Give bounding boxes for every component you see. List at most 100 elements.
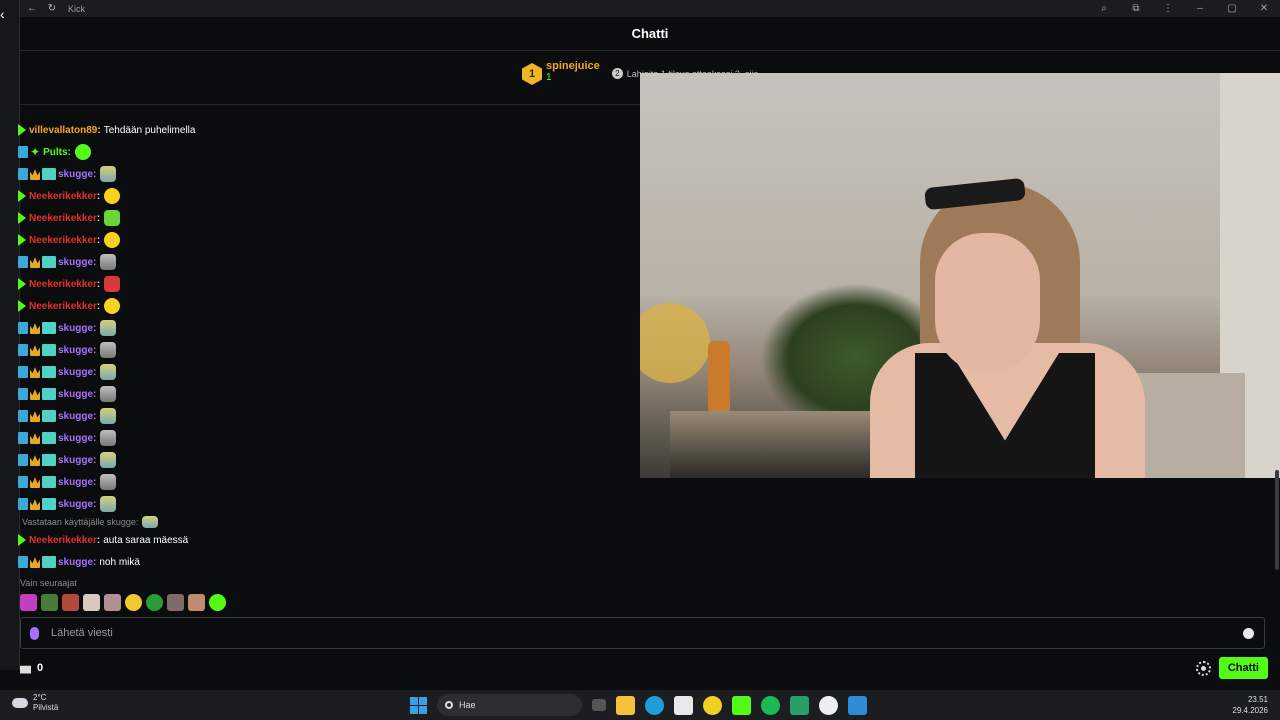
emote-icon[interactable] bbox=[62, 594, 79, 611]
editor-icon[interactable] bbox=[848, 695, 867, 715]
spotify-icon[interactable] bbox=[761, 695, 780, 715]
chat-username[interactable]: skugge bbox=[58, 345, 93, 356]
emoji-icon[interactable] bbox=[1243, 627, 1254, 639]
windows-start-icon[interactable] bbox=[410, 696, 427, 714]
tab-title: Kick bbox=[68, 3, 86, 14]
emote-icon bbox=[100, 386, 117, 402]
chat-username[interactable]: skugge bbox=[58, 323, 93, 334]
task-view-icon[interactable] bbox=[592, 699, 606, 711]
chat-username[interactable]: Neekerikekker bbox=[29, 279, 97, 290]
emote-icon bbox=[100, 474, 117, 490]
system-clock[interactable]: 23.51 29.4.2026 bbox=[1232, 694, 1268, 716]
temperature: 2°C bbox=[33, 693, 47, 702]
close-icon[interactable]: ✕ bbox=[1248, 3, 1280, 14]
gear-icon[interactable] bbox=[1195, 660, 1211, 676]
emote-icon bbox=[100, 452, 117, 468]
chat-username[interactable]: skugge bbox=[58, 169, 93, 180]
emote-icon[interactable] bbox=[83, 594, 100, 611]
reply-context[interactable]: Vastataan käyttäjälle skugge: bbox=[22, 515, 638, 529]
reload-icon[interactable]: ↻ bbox=[42, 3, 62, 14]
chat-username[interactable]: skugge bbox=[58, 411, 93, 422]
chat-username[interactable]: skugge bbox=[58, 257, 93, 268]
stream-video-player[interactable] bbox=[640, 73, 1280, 478]
points-display[interactable]: 0 bbox=[20, 662, 43, 674]
file-explorer-icon[interactable] bbox=[616, 695, 635, 715]
chat-username[interactable]: skugge bbox=[58, 557, 93, 568]
emote-icon bbox=[104, 188, 121, 204]
star-badge-icon: ✦ bbox=[30, 145, 41, 159]
chat-username[interactable]: Neekerikekker bbox=[29, 191, 97, 202]
chat-messages: villevallaton89: Tehdään puhelimella ✦ P… bbox=[18, 119, 638, 573]
emote-icon[interactable] bbox=[209, 594, 226, 611]
chat-username[interactable]: skugge bbox=[58, 455, 93, 466]
scrollbar[interactable] bbox=[1275, 470, 1279, 570]
emote-icon[interactable] bbox=[104, 594, 121, 611]
chat-message: skugge: bbox=[18, 405, 638, 427]
chat-username[interactable]: villevallaton89 bbox=[29, 125, 97, 136]
chat-message: skugge: bbox=[18, 163, 638, 185]
crown-badge-icon bbox=[30, 477, 40, 488]
steam-icon[interactable] bbox=[819, 695, 838, 715]
extensions-icon[interactable]: ⧉ bbox=[1120, 3, 1152, 14]
search-placeholder: Hae bbox=[459, 700, 476, 710]
chat-username[interactable]: Neekerikekker bbox=[29, 301, 97, 312]
points-value: 0 bbox=[37, 662, 44, 674]
chat-username[interactable]: skugge bbox=[58, 367, 93, 378]
chat-app-icon[interactable] bbox=[703, 695, 722, 715]
chat-username[interactable]: skugge bbox=[58, 433, 93, 444]
og-badge-icon bbox=[42, 388, 56, 400]
chat-username[interactable]: Neekerikekker bbox=[29, 535, 97, 546]
chat-input[interactable] bbox=[51, 627, 1211, 639]
weather-widget[interactable]: 2°C Pilvistä bbox=[12, 693, 58, 713]
rank-badge: 1 bbox=[522, 63, 542, 85]
chat-header: Chatti bbox=[20, 17, 1280, 51]
emote-icon bbox=[104, 276, 121, 292]
chat-text: auta saraa mäessä bbox=[103, 534, 189, 546]
emote-icon bbox=[100, 254, 117, 270]
chat-username[interactable]: skugge bbox=[58, 477, 93, 488]
edge-browser-icon[interactable] bbox=[645, 695, 664, 715]
chat-username[interactable]: skugge bbox=[58, 499, 93, 510]
emote-icon[interactable] bbox=[41, 594, 58, 611]
cloud-icon bbox=[12, 698, 28, 708]
chat-input-box bbox=[20, 617, 1265, 649]
collapse-chevron-icon[interactable]: ‹ bbox=[0, 6, 5, 22]
leaderboard-user[interactable]: spinejuice bbox=[546, 60, 600, 72]
emote-icon[interactable] bbox=[125, 594, 142, 611]
crown-badge-icon bbox=[30, 345, 40, 356]
back-icon[interactable]: ← bbox=[22, 3, 42, 14]
crown-badge-icon bbox=[30, 323, 40, 334]
minimize-icon[interactable]: – bbox=[1184, 3, 1216, 14]
chat-username[interactable]: Neekerikekker bbox=[29, 235, 97, 246]
emote-icon[interactable] bbox=[167, 594, 184, 611]
zoom-icon[interactable]: ⌕ bbox=[1088, 3, 1120, 14]
kick-icon[interactable] bbox=[732, 695, 751, 715]
store-icon[interactable] bbox=[674, 695, 693, 715]
send-chat-button[interactable]: Chatti bbox=[1218, 657, 1268, 679]
mic-icon[interactable] bbox=[30, 626, 39, 640]
chat-username[interactable]: skugge bbox=[58, 389, 93, 400]
chat-username[interactable]: Neekerikekker bbox=[29, 213, 97, 224]
menu-icon[interactable]: ⋮ bbox=[1152, 3, 1184, 14]
maximize-icon[interactable]: ▢ bbox=[1216, 3, 1248, 14]
crown-badge-icon bbox=[30, 411, 40, 422]
og-badge-icon bbox=[42, 556, 56, 568]
arrow-badge-icon bbox=[18, 278, 26, 290]
crown-badge-icon bbox=[30, 499, 40, 510]
chat-username[interactable]: Pults bbox=[43, 147, 67, 158]
emote-icon bbox=[74, 144, 91, 160]
crown-badge-icon bbox=[30, 169, 40, 180]
emote-icon bbox=[100, 342, 117, 358]
sub-badge-icon bbox=[18, 432, 28, 444]
sub-badge-icon bbox=[18, 366, 28, 378]
emote-picker-row bbox=[20, 594, 226, 611]
emote-icon bbox=[100, 166, 117, 182]
emote-icon[interactable] bbox=[146, 594, 163, 611]
discord-icon[interactable] bbox=[790, 695, 809, 715]
emote-icon[interactable] bbox=[188, 594, 205, 611]
emote-icon[interactable] bbox=[20, 594, 37, 611]
taskbar-search[interactable]: Hae bbox=[437, 694, 582, 716]
chat-text: noh mikä bbox=[99, 556, 140, 568]
chat-title: Chatti bbox=[631, 26, 669, 41]
chat-message: Neekerikekker: bbox=[18, 207, 638, 229]
